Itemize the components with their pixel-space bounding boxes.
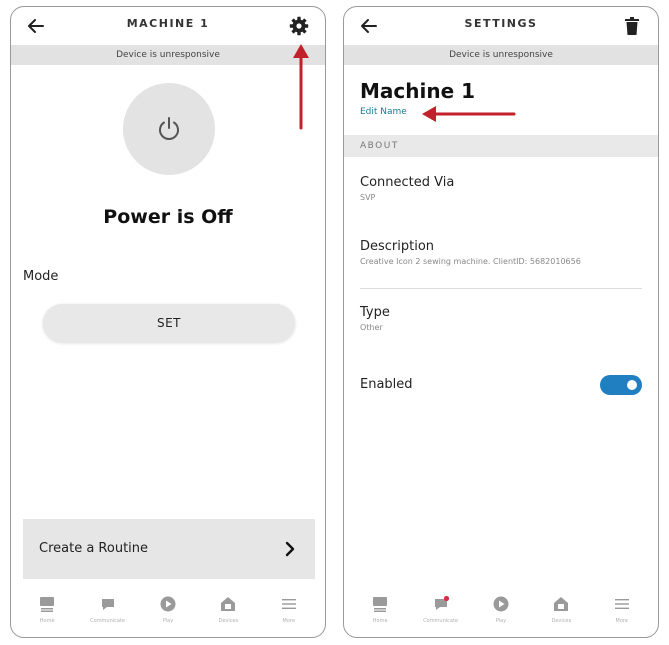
bottom-nav: Home Communicate Play Devices More bbox=[11, 593, 325, 637]
nav-item-devices[interactable]: Devices bbox=[202, 593, 254, 624]
page-title: MACHINE 1 bbox=[126, 17, 210, 30]
nav-item-home[interactable]: Home bbox=[21, 593, 73, 624]
home-icon bbox=[36, 593, 58, 615]
power-icon bbox=[159, 117, 179, 140]
power-button[interactable] bbox=[123, 83, 215, 175]
nav-item-play[interactable]: Play bbox=[142, 593, 194, 624]
communicate-icon bbox=[97, 593, 119, 615]
nav-item-home[interactable]: Home bbox=[354, 593, 406, 624]
nav-label: Play bbox=[162, 618, 174, 624]
edit-name-link[interactable]: Edit Name bbox=[360, 107, 407, 117]
home-icon bbox=[369, 593, 391, 615]
nav-label: Home bbox=[39, 618, 55, 624]
create-routine-label: Create a Routine bbox=[39, 541, 149, 556]
setting-key: Type bbox=[360, 305, 390, 320]
communicate-icon bbox=[430, 593, 452, 615]
setting-value: SVP bbox=[360, 193, 376, 202]
nav-label: Play bbox=[495, 618, 507, 624]
back-arrow-icon bbox=[361, 19, 377, 33]
setting-connected-via: Connected Via SVP bbox=[360, 175, 642, 202]
trash-icon bbox=[625, 17, 639, 35]
setting-value: Other bbox=[360, 323, 383, 332]
more-icon bbox=[611, 593, 633, 615]
annotation-arrow-up-icon bbox=[293, 44, 309, 130]
header: SETTINGS bbox=[344, 7, 658, 45]
setting-key: Connected Via bbox=[360, 175, 455, 190]
nav-label: More bbox=[282, 618, 295, 624]
settings-screen: SETTINGS Device is unresponsive Machine … bbox=[343, 6, 659, 638]
devices-icon bbox=[217, 593, 239, 615]
back-arrow-icon bbox=[28, 19, 44, 33]
nav-label: Communicate bbox=[423, 618, 459, 624]
nav-item-play[interactable]: Play bbox=[475, 593, 527, 624]
status-banner: Device is unresponsive bbox=[11, 45, 325, 65]
setting-key: Description bbox=[360, 239, 435, 254]
nav-label: Home bbox=[372, 618, 388, 624]
power-status: Power is Off bbox=[103, 206, 233, 228]
nav-item-more[interactable]: More bbox=[263, 593, 315, 624]
annotation-arrow-left-icon bbox=[422, 106, 516, 122]
create-routine-row[interactable]: Create a Routine bbox=[23, 519, 315, 579]
nav-item-communicate[interactable]: Communicate bbox=[415, 593, 467, 624]
setting-description: Description Creative Icon 2 sewing machi… bbox=[360, 239, 642, 266]
nav-label: Communicate bbox=[90, 618, 126, 624]
play-icon bbox=[490, 593, 512, 615]
back-button[interactable] bbox=[358, 15, 380, 37]
device-name: Machine 1 bbox=[360, 79, 476, 103]
device-screen: MACHINE 1 Device is unresponsive Power i… bbox=[10, 6, 326, 638]
set-mode-button[interactable]: SET bbox=[43, 304, 295, 342]
nav-label: More bbox=[615, 618, 628, 624]
gear-icon bbox=[289, 16, 309, 36]
enabled-toggle[interactable] bbox=[600, 375, 642, 395]
more-icon bbox=[278, 593, 300, 615]
settings-button[interactable] bbox=[287, 14, 311, 38]
bottom-nav: Home Communicate Play Devices More bbox=[344, 593, 658, 637]
header: MACHINE 1 bbox=[11, 7, 325, 45]
toggle-knob bbox=[627, 380, 637, 390]
nav-item-communicate[interactable]: Communicate bbox=[82, 593, 134, 624]
setting-type: Type Other bbox=[360, 305, 642, 332]
setting-value: Creative Icon 2 sewing machine. ClientID… bbox=[360, 257, 581, 266]
status-banner: Device is unresponsive bbox=[344, 45, 658, 65]
notification-dot-icon bbox=[443, 595, 449, 602]
chevron-right-icon bbox=[281, 539, 299, 559]
delete-button[interactable] bbox=[620, 14, 644, 38]
page-title: SETTINGS bbox=[464, 17, 538, 30]
section-header-about: ABOUT bbox=[344, 135, 658, 157]
nav-label: Devices bbox=[218, 618, 239, 624]
back-button[interactable] bbox=[25, 15, 47, 37]
mode-label: Mode bbox=[23, 269, 59, 284]
nav-item-devices[interactable]: Devices bbox=[535, 593, 587, 624]
nav-label: Devices bbox=[551, 618, 572, 624]
devices-icon bbox=[550, 593, 572, 615]
play-icon bbox=[157, 593, 179, 615]
nav-item-more[interactable]: More bbox=[596, 593, 648, 624]
divider bbox=[360, 288, 642, 289]
